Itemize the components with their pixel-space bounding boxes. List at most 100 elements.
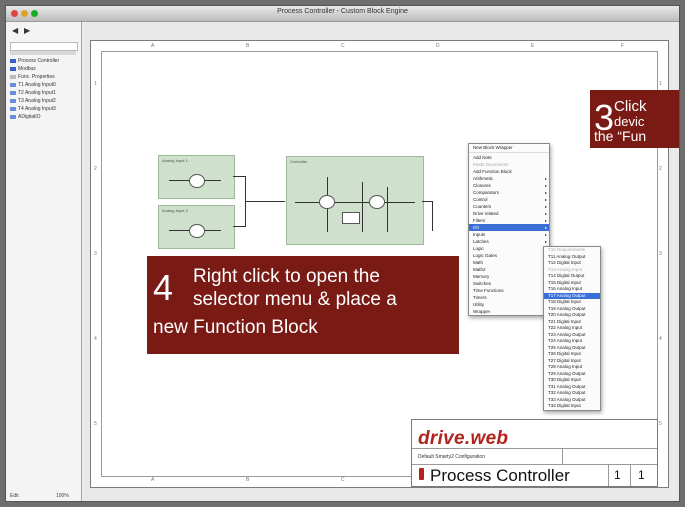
menu-item-label: Arithmetic [473,176,494,181]
menu-item[interactable]: Add Function Block [469,168,549,175]
menu-item[interactable]: Control ▸ [469,196,549,203]
sidebar-item[interactable]: T2 Analog Input1 [10,90,56,96]
menu-item[interactable]: Drive related ▸ [469,210,549,217]
menu-item[interactable]: New Block Wrapper [469,144,549,151]
menu-item-label: Filters [473,218,486,223]
tree-node-icon [10,90,16,95]
block-wire [387,187,388,232]
menu-item[interactable]: Time Functions▸ [469,287,549,294]
menu-item[interactable]: Add Note [469,154,549,161]
callout-step-4: 4 Right click to open the selector menu … [147,256,459,354]
menu-item[interactable]: Logic Gates▸ [469,252,549,259]
row-reference: 1 [659,81,662,87]
sidebar-item[interactable]: T1 Analog Input0 [10,82,56,88]
menu-item-label: Switches [473,281,492,286]
submenu-item[interactable]: T34 Digital Input [544,403,600,410]
menu-item[interactable]: Wrapper▸ [469,308,549,315]
sidebar-item[interactable]: Func. Properties [10,74,55,80]
menu-item[interactable]: Counters ▸ [469,203,549,210]
row-reference: 3 [94,251,97,257]
column-reference: C [341,43,345,49]
io-submenu[interactable]: T10 Requirements T11 Analog Output T12 Dig… [543,246,601,411]
menu-item[interactable]: Comparators ▸ [469,189,549,196]
sidebar-search-input[interactable] [10,42,78,51]
sidebar-item-label: T3 Analog Input2 [18,98,56,104]
menu-item[interactable]: Timers▸ [469,294,549,301]
menu-item[interactable]: Paste Documents [469,161,549,168]
sidebar-item-label: ADigitalIO [18,114,41,120]
menu-item[interactable]: Math▸ [469,259,549,266]
row-reference: 2 [94,166,97,172]
menu-item-label: Comparators [473,190,500,195]
submenu-arrow-icon: ▸ [544,225,547,230]
block-wire [362,182,363,232]
sidebar-item-label: Modbus [18,66,36,72]
title-block-divider [412,448,657,449]
tree-node-icon [10,106,16,111]
menu-item-label: Latches [473,239,489,244]
menu-item-label: Paste Documents [473,162,509,167]
connector-wire [233,176,245,177]
menu-item-label: I/O [473,225,480,230]
submenu-arrow-icon: ▸ [544,211,547,216]
sidebar-item-label: Process Controller [18,58,60,64]
sidebar-item[interactable]: ADigitalIO [10,114,41,120]
back-arrow-icon[interactable]: ◀ [12,26,18,35]
connector-wire [422,201,432,202]
block-label: Controller [290,159,308,164]
title-block-divider [608,464,609,486]
tree-node-icon [10,74,16,79]
function-block-analog-input-1[interactable]: Analog Input 1 [158,155,235,199]
menu-item-label: Closures [473,183,491,188]
context-menu[interactable]: New Block Wrapper Add Note Paste Documents… [468,143,550,316]
sheet-total: 1 [638,468,645,482]
block-label: Analog Input 1 [162,158,188,163]
column-reference: B [246,477,250,483]
row-reference: 3 [659,251,662,257]
menu-item[interactable]: Math2▸ [469,266,549,273]
menu-item[interactable]: Latches ▸ [469,238,549,245]
function-block-controller[interactable]: Controller [286,156,424,245]
menu-item[interactable]: Memory▸ [469,273,549,280]
row-reference: 2 [659,166,662,172]
tree-node-icon [10,114,16,119]
window-title: Process Controller - Custom Block Engine [277,8,408,15]
callout-text: new Function Block [153,317,318,338]
callout-step-3: 3 Click devic the “Fun [590,90,679,148]
sidebar-scroll-header [10,51,76,55]
menu-item[interactable]: Filters ▸ [469,217,549,224]
callout-text: Click [614,98,647,115]
menu-item[interactable]: Switches▸ [469,280,549,287]
menu-item[interactable]: Arithmetic ▸ [469,175,549,182]
menu-item[interactable]: Utility▸ [469,301,549,308]
submenu-arrow-icon: ▸ [544,190,547,195]
block-wire [295,202,415,203]
menu-item-label: Math [473,260,484,265]
function-block-analog-input-2[interactable]: Analog Input 2 [158,205,235,249]
drive-web-logo: drive.web [418,428,509,449]
sidebar-item-label: T1 Analog Input0 [18,82,56,88]
submenu-arrow-icon: ▸ [544,239,547,244]
device-name: Process Controller [430,466,570,485]
submenu-arrow-icon: ▸ [544,183,547,188]
tree-node-icon [10,82,16,87]
menu-item[interactable]: I/O ▸ [469,224,549,231]
sidebar-item[interactable]: Process Controller [10,58,59,64]
column-reference: A [151,43,155,49]
block-node [369,195,385,209]
title-block-divider [562,448,563,464]
sidebar-item[interactable]: Modbus [10,66,36,72]
sidebar-item[interactable]: T3 Analog Input2 [10,98,56,104]
menu-item-label: Drive related [473,211,499,216]
menu-item-label: Time Functions [473,288,504,293]
column-reference: C [341,477,345,483]
sidebar-item[interactable]: T4 Analog Input3 [10,106,56,112]
tree-node-icon [10,66,16,71]
menu-item[interactable]: Logic▸ [469,245,549,252]
forward-arrow-icon[interactable]: ▶ [24,26,30,35]
menu-item[interactable]: Closures ▸ [469,182,549,189]
sidebar-item-label: T4 Analog Input3 [18,106,56,112]
menu-separator [469,152,549,153]
menu-item[interactable]: Inputs ▸ [469,231,549,238]
column-reference: B [246,43,250,49]
